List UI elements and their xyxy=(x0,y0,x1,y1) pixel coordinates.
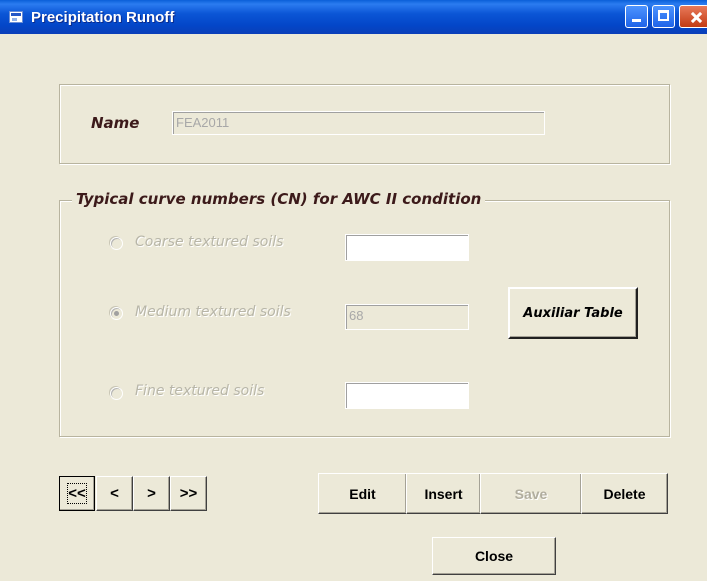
title-bar[interactable]: Precipitation Runoff xyxy=(0,0,707,34)
fine-soils-cn-field[interactable] xyxy=(345,382,469,409)
save-button[interactable]: Save xyxy=(480,473,582,514)
precipitation-runoff-window: Precipitation Runoff Name FEA2011 Typica… xyxy=(0,0,707,581)
previous-record-button[interactable]: < xyxy=(96,476,133,511)
minimize-button[interactable] xyxy=(625,5,648,28)
delete-button[interactable]: Delete xyxy=(581,473,668,514)
first-record-button[interactable]: << xyxy=(59,476,95,511)
app-icon[interactable] xyxy=(9,11,23,23)
last-record-button[interactable]: >> xyxy=(170,476,207,511)
close-button[interactable]: Close xyxy=(432,537,556,575)
maximize-button[interactable] xyxy=(652,5,675,28)
insert-button[interactable]: Insert xyxy=(406,473,481,514)
name-label: Name xyxy=(91,114,140,132)
close-window-button[interactable] xyxy=(679,5,707,28)
medium-soils-label: Medium textured soils xyxy=(135,304,291,320)
curve-numbers-legend: Typical curve numbers (CN) for AWC II co… xyxy=(72,190,486,208)
next-record-button[interactable]: > xyxy=(133,476,170,511)
edit-button[interactable]: Edit xyxy=(318,473,407,514)
coarse-soils-radio[interactable] xyxy=(110,237,123,250)
coarse-soils-cn-field[interactable] xyxy=(345,234,469,261)
window-title: Precipitation Runoff xyxy=(31,9,175,26)
medium-soils-cn-field[interactable]: 68 xyxy=(345,304,469,330)
auxiliar-table-button[interactable]: Auxiliar Table xyxy=(508,287,638,339)
fine-soils-label: Fine textured soils xyxy=(135,383,265,399)
name-field[interactable]: FEA2011 xyxy=(172,111,545,135)
coarse-soils-label: Coarse textured soils xyxy=(135,234,284,250)
medium-soils-radio[interactable] xyxy=(110,307,123,320)
first-record-label: << xyxy=(67,483,87,504)
fine-soils-radio[interactable] xyxy=(110,387,123,400)
